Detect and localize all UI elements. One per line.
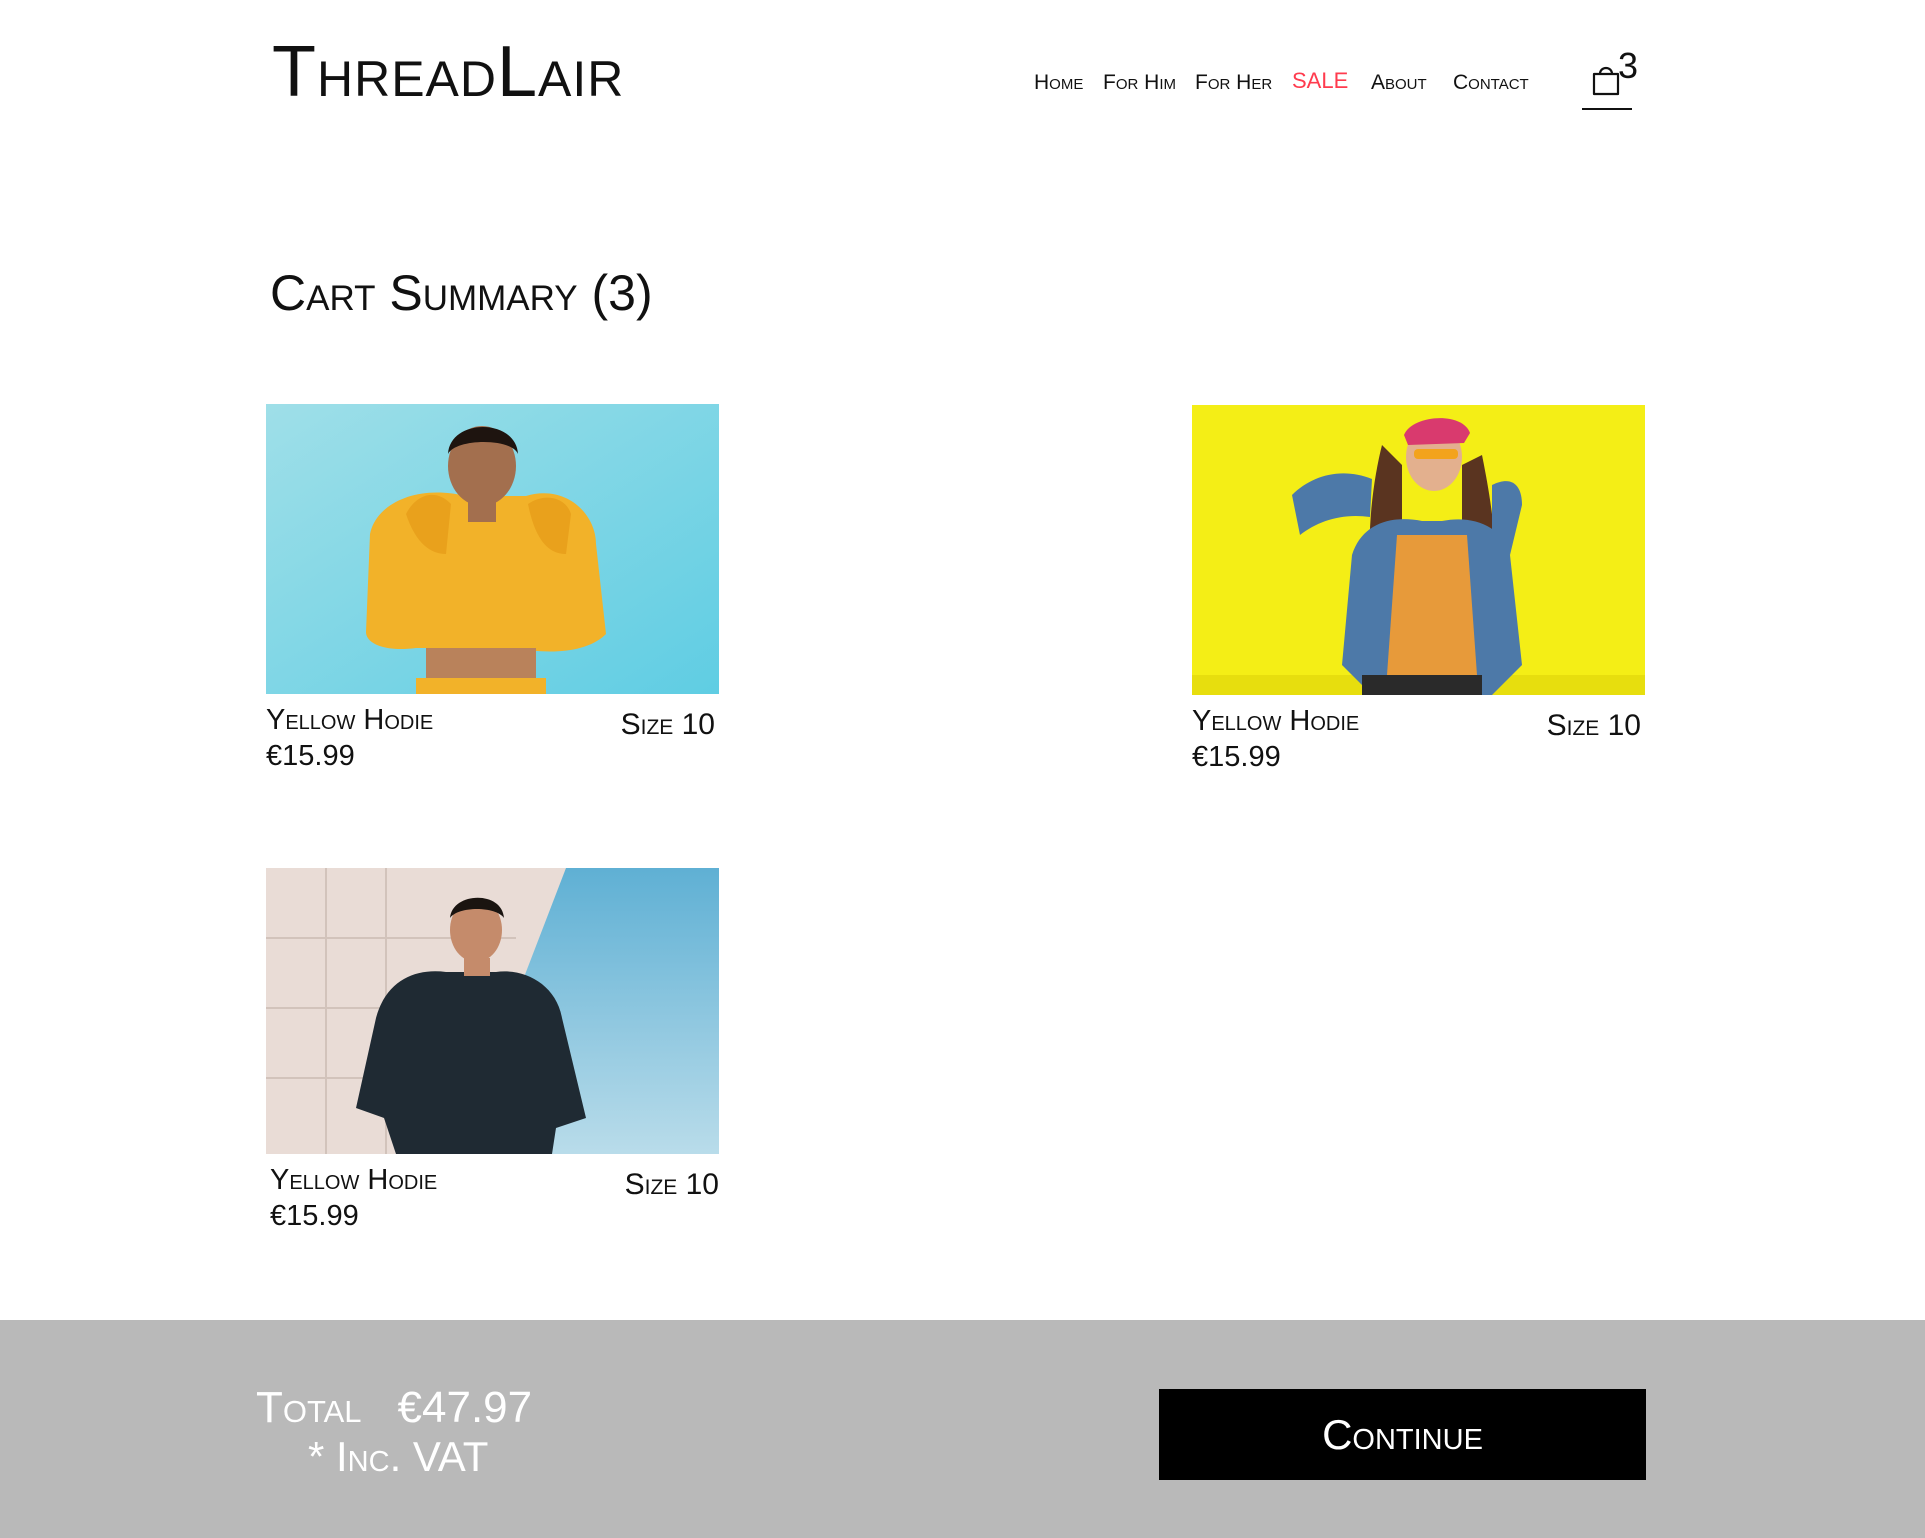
nav-sale[interactable]: SALE <box>1292 70 1348 92</box>
nav-contact[interactable]: Contact <box>1453 72 1529 93</box>
continue-button[interactable]: Continue <box>1159 1389 1646 1480</box>
item-name: Yellow Hodie <box>270 1164 438 1196</box>
item-price: €15.99 <box>266 740 355 772</box>
cart-underline <box>1582 108 1632 110</box>
nav-about[interactable]: About <box>1371 72 1427 93</box>
product-image[interactable] <box>266 404 719 694</box>
product-image[interactable] <box>266 868 719 1154</box>
total-label: Total <box>256 1383 362 1432</box>
total-row: Total €47.97 <box>256 1386 532 1430</box>
item-size: Size 10 <box>624 1168 719 1201</box>
cart-item[interactable]: Yellow Hodie €15.99 Size 10 <box>266 404 719 771</box>
total-value: €47.97 <box>397 1383 533 1432</box>
cart-count-badge: 3 <box>1618 45 1639 86</box>
cart-item[interactable]: Yellow Hodie €15.99 Size 10 <box>266 868 719 1231</box>
checkout-bar: Total €47.97 * Inc. VAT Continue <box>0 1320 1925 1538</box>
nav-for-her[interactable]: For Her <box>1195 72 1272 93</box>
nav-home[interactable]: Home <box>1034 72 1083 93</box>
item-name: Yellow Hodie <box>266 704 434 736</box>
item-price: €15.99 <box>270 1200 359 1232</box>
product-image[interactable] <box>1192 405 1645 695</box>
vat-note: * Inc. VAT <box>308 1433 489 1480</box>
cart-item[interactable]: Yellow Hodie €15.99 Size 10 <box>1192 405 1645 772</box>
item-name: Yellow Hodie <box>1192 705 1360 737</box>
item-price: €15.99 <box>1192 741 1281 773</box>
page-title: Cart Summary (3) <box>270 265 653 321</box>
item-size: Size 10 <box>620 708 715 741</box>
item-size: Size 10 <box>1546 709 1641 742</box>
nav-for-him[interactable]: For Him <box>1103 72 1176 93</box>
